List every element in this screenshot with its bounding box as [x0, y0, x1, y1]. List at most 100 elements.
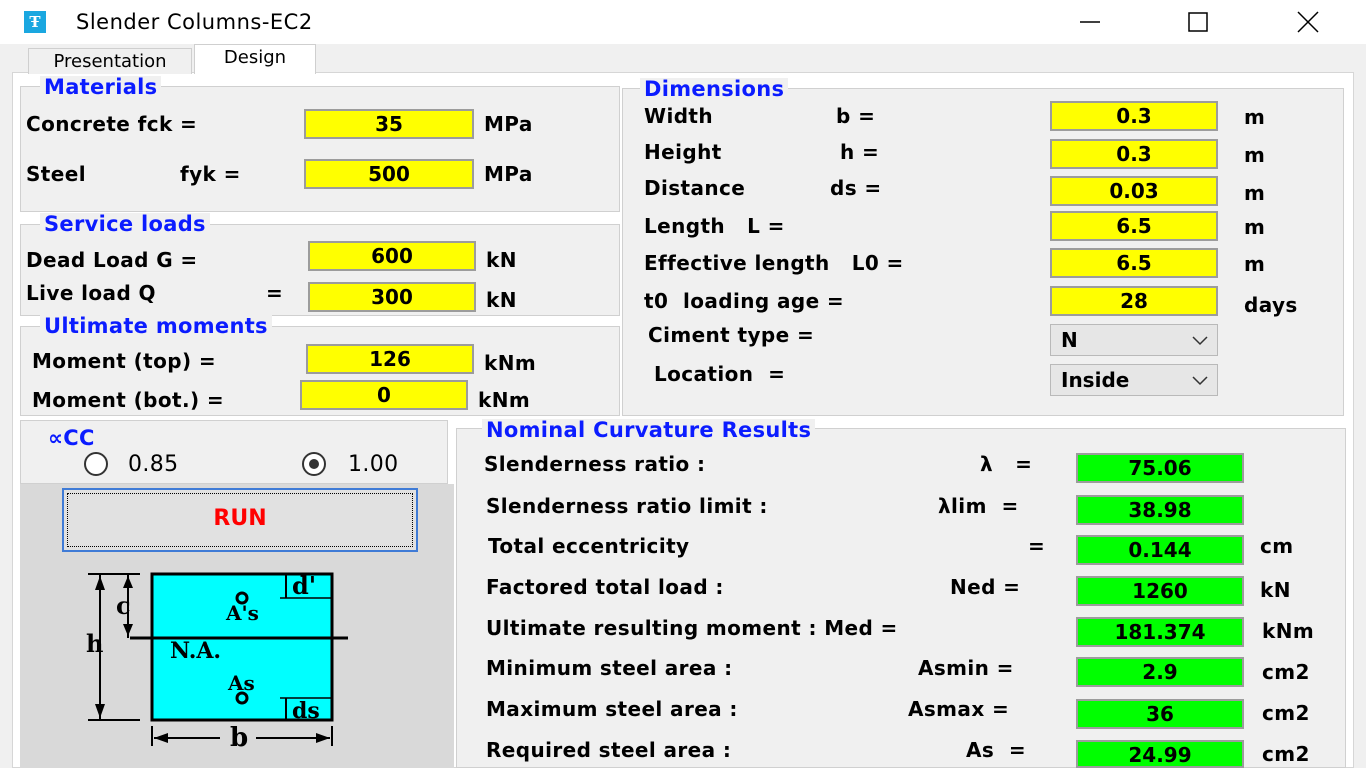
live-load-label: Live load Q: [26, 281, 156, 305]
moment-bot-unit: kNm: [478, 388, 531, 412]
alpha-085-label: 0.85: [128, 452, 179, 477]
tab-presentation[interactable]: Presentation: [28, 48, 192, 74]
location-select[interactable]: Inside: [1050, 364, 1218, 396]
slenderness-limit-output: 38.98: [1076, 495, 1244, 525]
label-d-prime: d': [292, 571, 316, 600]
dead-load-unit: kN: [486, 248, 517, 272]
total-eccentricity-unit: cm: [1260, 534, 1294, 558]
moment-top-label: Moment (top) =: [32, 349, 217, 373]
chevron-down-icon: [1192, 376, 1208, 386]
width-label: Width: [644, 104, 714, 128]
service-loads-title: Service loads: [40, 213, 210, 235]
window-title: Slender Columns-EC2: [76, 10, 313, 34]
result-label-5: Ultimate resulting moment : Med =: [486, 616, 898, 640]
distance-input[interactable]: 0.03: [1050, 176, 1218, 206]
effective-length-unit: m: [1244, 252, 1266, 276]
max-steel-output: 36: [1076, 699, 1244, 729]
loading-age-unit: days: [1244, 293, 1298, 317]
minimize-button[interactable]: [1040, 0, 1140, 44]
required-steel-output: 24.99: [1076, 740, 1244, 768]
title-bar: Ŧ Slender Columns-EC2: [0, 0, 1366, 44]
alpha-100-radio[interactable]: [302, 452, 326, 476]
materials-group: [20, 86, 620, 212]
result-label-2: Slenderness ratio limit :: [486, 494, 768, 518]
loading-age-input[interactable]: 28: [1050, 286, 1218, 316]
result-symbol-4: Ned =: [950, 575, 1021, 599]
distance-label: Distance: [644, 176, 746, 200]
result-symbol-6: Asmin =: [918, 656, 1014, 680]
label-c: c: [116, 591, 131, 620]
result-label-6: Minimum steel area :: [486, 656, 733, 680]
dead-load-label: Dead Load G =: [26, 248, 198, 272]
height-label: Height: [644, 140, 722, 164]
materials-title: Materials: [40, 76, 162, 98]
steel-label: Steel: [26, 162, 86, 186]
live-load-unit: kN: [486, 288, 517, 312]
result-symbol-8: As =: [966, 738, 1027, 762]
min-steel-output: 2.9: [1076, 657, 1244, 687]
moment-top-unit: kNm: [484, 351, 537, 375]
alpha-100-label: 1.00: [348, 452, 399, 477]
moment-top-input[interactable]: 126: [306, 344, 474, 374]
moment-bot-label: Moment (bot.) =: [32, 388, 225, 412]
concrete-unit: MPa: [484, 112, 533, 136]
run-button[interactable]: RUN: [62, 488, 418, 552]
dead-load-input[interactable]: 600: [308, 241, 476, 271]
section-diagram: h c d' A's N.A. As ds b: [86, 571, 348, 753]
chevron-down-icon: [1192, 336, 1208, 346]
live-load-equals: =: [266, 281, 284, 305]
ciment-type-value: N: [1061, 328, 1078, 352]
steel-fyk-input[interactable]: 500: [304, 159, 474, 189]
result-label-7: Maximum steel area :: [486, 697, 738, 721]
width-symbol: b =: [836, 104, 876, 128]
result-symbol-3: =: [1028, 534, 1046, 558]
ultimate-moments-title: Ultimate moments: [40, 315, 272, 337]
dimensions-title: Dimensions: [640, 78, 789, 100]
ultimate-moment-unit: kNm: [1262, 619, 1315, 643]
label-as-prime: A's: [225, 601, 259, 625]
result-label-8: Required steel area :: [486, 738, 732, 762]
slenderness-ratio-output: 75.06: [1076, 453, 1244, 483]
moment-bot-input[interactable]: 0: [300, 380, 468, 410]
factored-load-output: 1260: [1076, 576, 1244, 606]
label-b: b: [230, 723, 248, 753]
ciment-type-select[interactable]: N: [1050, 324, 1218, 356]
steel-symbol: fyk =: [180, 162, 241, 186]
location-label: Location =: [654, 362, 786, 386]
close-icon: [1297, 11, 1319, 33]
steel-unit: MPa: [484, 162, 533, 186]
close-button[interactable]: [1258, 0, 1358, 44]
height-input[interactable]: 0.3: [1050, 139, 1218, 169]
effective-length-label: Effective length L0 =: [644, 251, 904, 275]
maximize-button[interactable]: [1148, 0, 1248, 44]
alpha-085-radio[interactable]: [84, 452, 108, 476]
result-label-1: Slenderness ratio :: [484, 452, 706, 476]
loading-age-label: t0 loading age =: [644, 289, 845, 313]
label-h: h: [86, 629, 103, 658]
height-unit: m: [1244, 143, 1266, 167]
required-steel-unit: cm2: [1262, 742, 1310, 766]
effective-length-input[interactable]: 6.5: [1050, 248, 1218, 278]
result-label-4: Factored total load :: [486, 575, 724, 599]
live-load-input[interactable]: 300: [308, 282, 476, 312]
label-as: As: [227, 671, 255, 695]
result-symbol-2: λlim =: [938, 494, 1019, 518]
alpha-cc-title: ∝CC: [44, 427, 99, 449]
length-input[interactable]: 6.5: [1050, 211, 1218, 241]
result-symbol-1: λ =: [980, 452, 1033, 476]
tab-strip: Presentation Design: [10, 44, 1366, 74]
concrete-label: Concrete fck =: [26, 112, 198, 136]
minimize-icon: [1080, 21, 1100, 23]
concrete-fck-input[interactable]: 35: [304, 109, 474, 139]
distance-symbol: ds =: [830, 176, 882, 200]
location-value: Inside: [1061, 368, 1130, 392]
label-ds: ds: [292, 698, 320, 724]
min-steel-unit: cm2: [1262, 660, 1310, 684]
maximize-icon: [1188, 12, 1208, 32]
height-symbol: h =: [840, 140, 880, 164]
width-input[interactable]: 0.3: [1050, 101, 1218, 131]
distance-unit: m: [1244, 181, 1266, 205]
result-symbol-7: Asmax =: [908, 697, 1010, 721]
results-title: Nominal Curvature Results: [482, 419, 816, 441]
tab-design[interactable]: Design: [194, 44, 316, 74]
